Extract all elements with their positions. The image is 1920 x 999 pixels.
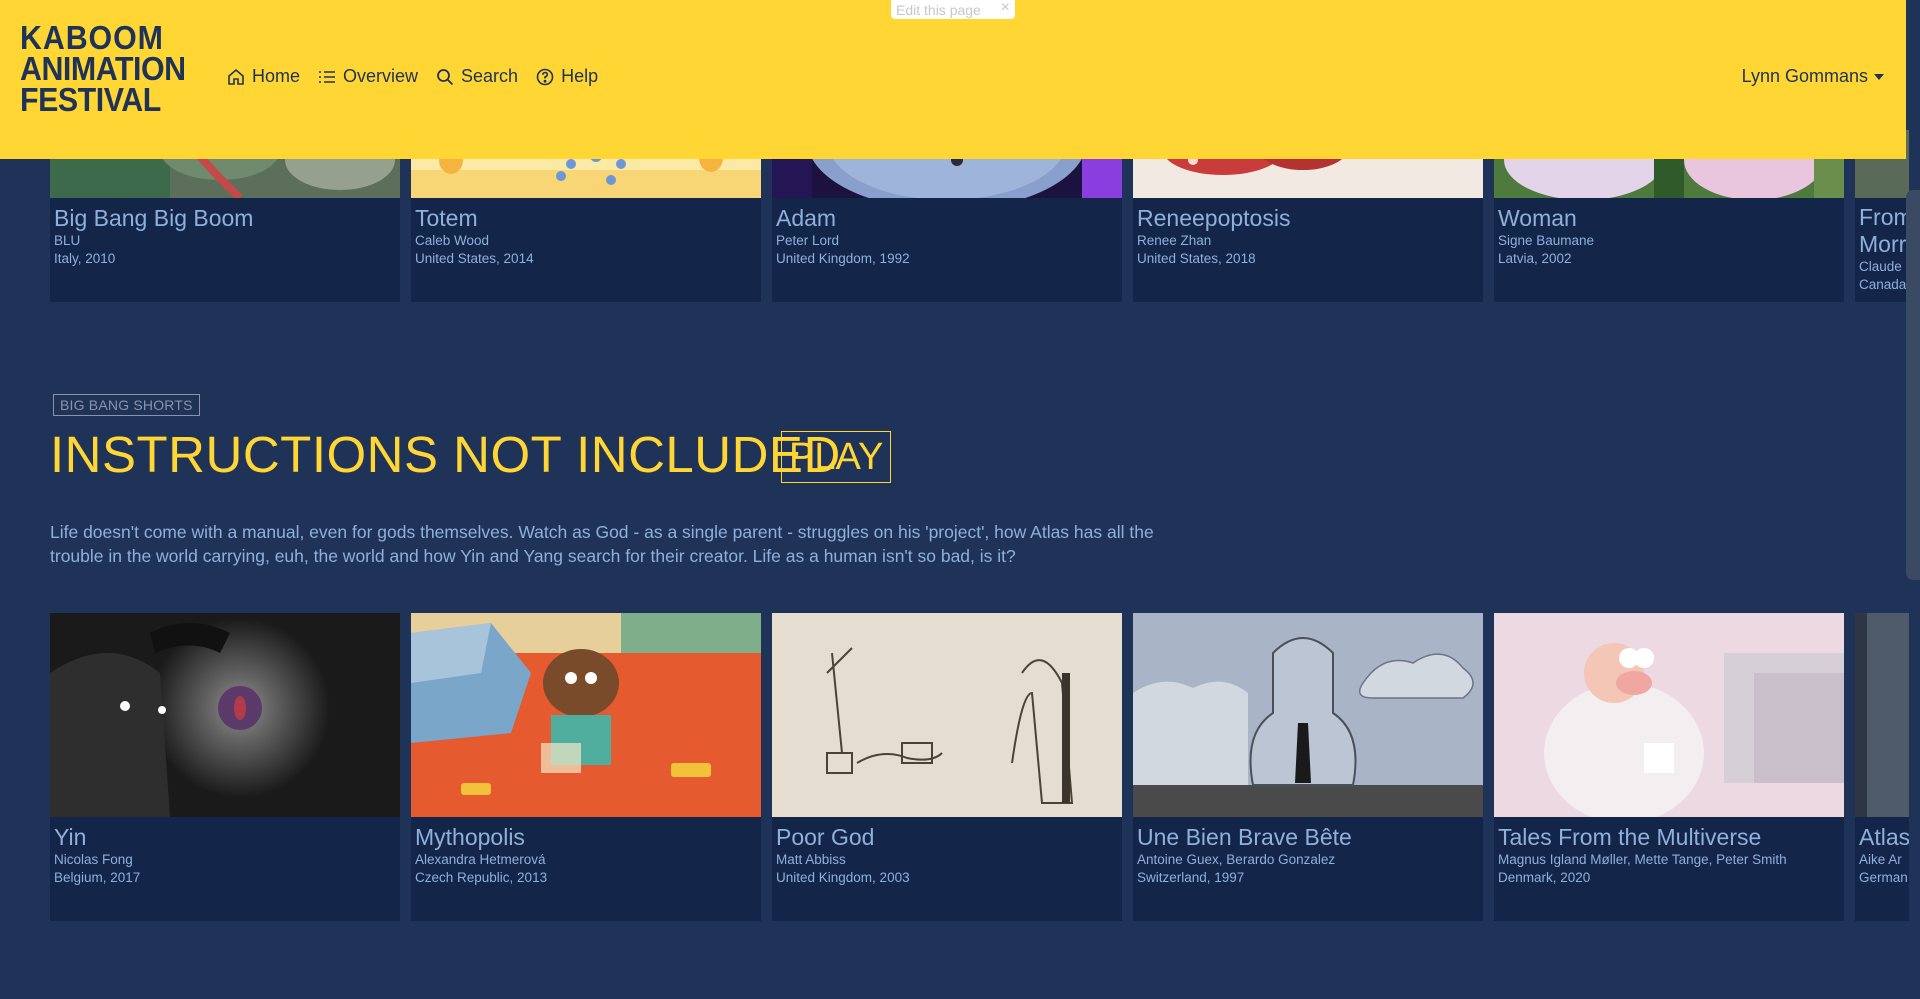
film-origin: United States, 2018	[1137, 251, 1256, 266]
film-director: Aike Ar	[1859, 852, 1902, 867]
edit-page-badge[interactable]: Edit this page ×	[891, 0, 1015, 19]
film-origin: United Kingdom, 1992	[776, 251, 910, 266]
program-description: Life doesn't come with a manual, even fo…	[50, 522, 1154, 566]
film-thumbnail	[1855, 613, 1909, 817]
film-director: Signe Baumane	[1498, 233, 1595, 248]
film-director: Caleb Wood	[415, 233, 490, 248]
film-title: Tales From the Multiverse	[1498, 824, 1762, 850]
nav-home[interactable]: Home	[226, 66, 300, 87]
nav-help[interactable]: Help	[535, 66, 598, 87]
film-row: Yin Nicolas Fong Belgium, 2017 Mythopoli…	[50, 613, 1909, 921]
program-title: INSTRUCTIONS NOT INCLUDED	[50, 426, 841, 483]
nav-overview-label: Overview	[343, 66, 419, 86]
film-thumbnail	[772, 613, 1122, 817]
film-thumbnail	[50, 613, 400, 817]
film-thumbnail	[1494, 613, 1844, 817]
home-icon	[228, 68, 244, 85]
film-card[interactable]: Yin Nicolas Fong Belgium, 2017	[50, 613, 400, 921]
film-title: Une Bien Brave Bête	[1137, 824, 1352, 850]
film-card[interactable]: Poor God Matt Abbiss United Kingdom, 200…	[772, 613, 1122, 921]
film-director: Alexandra Hetmerová	[415, 852, 546, 867]
film-origin: Czech Republic, 2013	[415, 870, 548, 885]
film-card[interactable]: Tales From the Multiverse Magnus Igland …	[1494, 613, 1844, 921]
film-title: Totem	[415, 205, 478, 231]
film-card[interactable]: Mythopolis Alexandra Hetmerová Czech Rep…	[411, 613, 761, 921]
logo-line-2: ANIMATION	[20, 50, 186, 87]
logo-line-3: FESTIVAL	[20, 81, 161, 118]
film-thumbnail	[1133, 613, 1483, 817]
film-director: Renee Zhan	[1137, 233, 1212, 248]
search-icon	[437, 68, 454, 85]
caret-down-icon	[1874, 73, 1884, 80]
list-icon	[319, 70, 336, 83]
film-title: Adam	[776, 205, 837, 231]
festival-logo[interactable]: KABOOM ANIMATION FESTIVAL	[20, 19, 186, 118]
film-title: Poor God	[776, 824, 875, 850]
film-title: Yin	[54, 824, 87, 850]
film-title: Big Bang Big Boom	[54, 205, 254, 231]
film-origin: United Kingdom, 2003	[776, 870, 910, 885]
nav-home-label: Home	[252, 66, 301, 86]
site-header: KABOOM ANIMATION FESTIVAL Home Overview …	[0, 0, 1906, 159]
film-origin: United States, 2014	[415, 251, 534, 266]
film-director: Claude	[1859, 259, 1902, 274]
film-origin: Denmark, 2020	[1498, 870, 1591, 885]
program-tag: BIG BANG SHORTS	[53, 394, 200, 416]
main-nav: Home Overview Search Help	[226, 66, 598, 87]
film-title: From Morr	[1859, 204, 1909, 257]
film-title: Woman	[1498, 205, 1577, 231]
film-card[interactable]: Une Bien Brave Bête Antoine Guex, Berard…	[1133, 613, 1483, 921]
film-origin: Italy, 2010	[54, 251, 116, 266]
film-card[interactable]: Atlas Aike Ar German	[1855, 613, 1909, 921]
film-origin: Switzerland, 1997	[1137, 870, 1245, 885]
logo-line-1: KABOOM	[20, 19, 164, 56]
film-title: Atlas	[1859, 824, 1909, 850]
help-icon	[536, 68, 554, 85]
close-icon[interactable]: ×	[1001, 0, 1010, 17]
film-director: Peter Lord	[776, 233, 840, 248]
user-name: Lynn Gommans	[1741, 66, 1868, 86]
edit-page-label: Edit this page	[896, 1, 981, 18]
user-menu[interactable]: Lynn Gommans	[1742, 66, 1884, 87]
film-origin: Canada	[1859, 277, 1907, 292]
film-origin: German	[1859, 870, 1908, 885]
nav-search[interactable]: Search	[435, 66, 518, 87]
film-director: Matt Abbiss	[776, 852, 846, 867]
scrollbar[interactable]	[1906, 190, 1920, 580]
film-title: Reneepoptosis	[1137, 205, 1291, 231]
film-director: Antoine Guex, Berardo Gonzalez	[1137, 852, 1336, 867]
play-button[interactable]: PLAY	[781, 431, 892, 483]
film-director: BLU	[54, 233, 81, 248]
film-thumbnail	[411, 613, 761, 817]
film-origin: Latvia, 2002	[1498, 251, 1572, 266]
film-origin: Belgium, 2017	[54, 870, 141, 885]
film-director: Magnus Igland Møller, Mette Tange, Peter…	[1498, 852, 1787, 867]
film-title: Mythopolis	[415, 824, 525, 850]
nav-search-label: Search	[461, 66, 519, 86]
nav-overview[interactable]: Overview	[317, 66, 418, 87]
nav-help-label: Help	[561, 66, 599, 86]
film-director: Nicolas Fong	[54, 852, 133, 867]
